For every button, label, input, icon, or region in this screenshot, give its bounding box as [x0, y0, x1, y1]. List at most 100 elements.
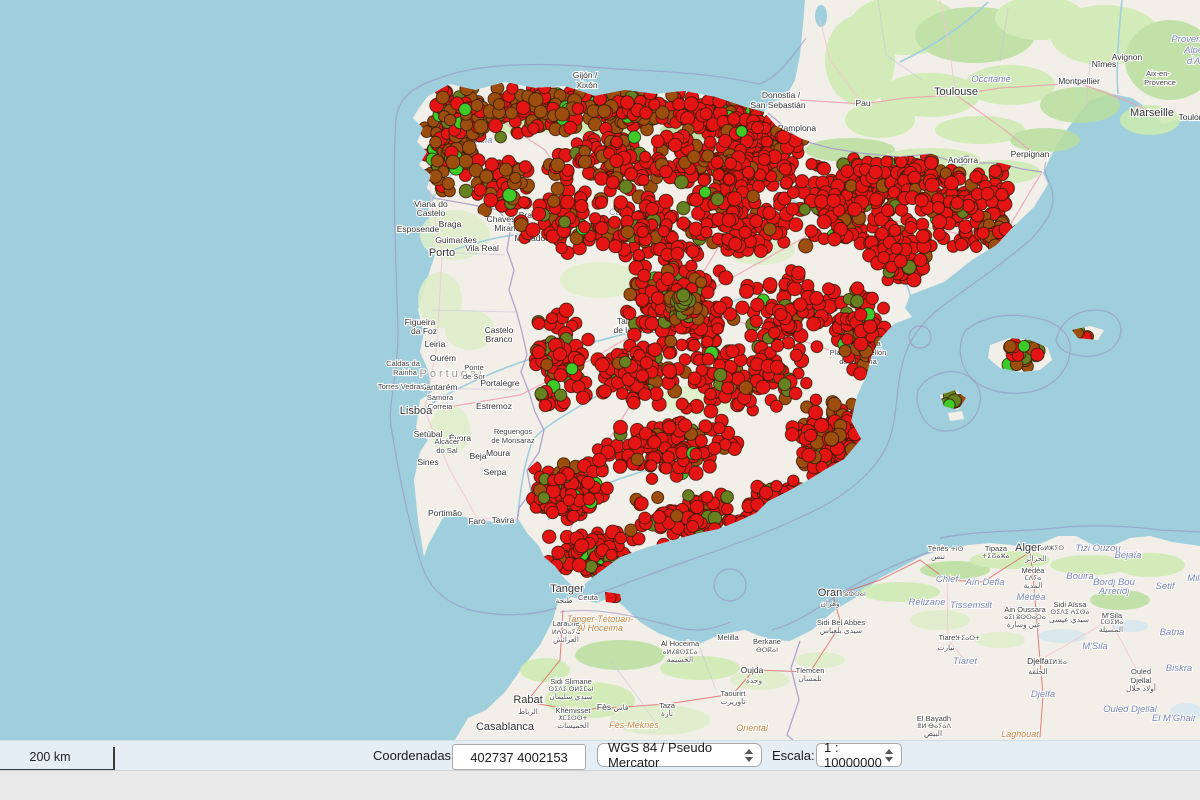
map-point[interactable] — [677, 289, 690, 302]
map-point[interactable] — [925, 178, 939, 192]
map-point[interactable] — [889, 224, 901, 236]
map-point[interactable] — [996, 188, 1008, 200]
map-point[interactable] — [689, 466, 703, 480]
map-point[interactable] — [743, 166, 755, 178]
map-point[interactable] — [548, 195, 560, 207]
map-point[interactable] — [651, 292, 664, 305]
map-point[interactable] — [459, 184, 472, 197]
map-point[interactable] — [713, 422, 725, 434]
map-point[interactable] — [702, 336, 713, 347]
map-point[interactable] — [595, 222, 608, 235]
map-point[interactable] — [855, 309, 867, 321]
map-point[interactable] — [745, 329, 758, 342]
map-point[interactable] — [595, 358, 609, 372]
map-point[interactable] — [532, 346, 545, 359]
map-point[interactable] — [714, 368, 727, 381]
map-point[interactable] — [541, 359, 553, 371]
map-point[interactable] — [828, 397, 842, 411]
map-point[interactable] — [690, 448, 702, 460]
map-point[interactable] — [459, 103, 471, 115]
map-point[interactable] — [679, 354, 691, 366]
map-point[interactable] — [722, 214, 735, 227]
map-point[interactable] — [664, 347, 676, 359]
map-point[interactable] — [533, 317, 545, 329]
map-point[interactable] — [769, 327, 781, 339]
map-point[interactable] — [805, 225, 817, 237]
map-point[interactable] — [817, 215, 831, 229]
map-point[interactable] — [653, 510, 666, 523]
map-point[interactable] — [671, 510, 683, 522]
map-point[interactable] — [444, 114, 456, 126]
map-point[interactable] — [471, 100, 483, 112]
map-point[interactable] — [567, 510, 579, 522]
map-point[interactable] — [756, 380, 770, 394]
map-point[interactable] — [660, 462, 672, 474]
map-point[interactable] — [794, 298, 807, 311]
map-point[interactable] — [711, 156, 723, 168]
map-point[interactable] — [802, 280, 814, 292]
map-point[interactable] — [754, 245, 767, 258]
map-point[interactable] — [869, 165, 882, 178]
map-point[interactable] — [702, 286, 715, 299]
map-point[interactable] — [809, 406, 823, 420]
map-point[interactable] — [690, 500, 703, 513]
map-point[interactable] — [771, 400, 783, 412]
map-point[interactable] — [633, 249, 645, 261]
map-point[interactable] — [726, 345, 739, 358]
map-point[interactable] — [728, 113, 740, 125]
map-point[interactable] — [474, 120, 488, 134]
map-point[interactable] — [543, 530, 556, 543]
map-point[interactable] — [578, 155, 591, 168]
map-point[interactable] — [535, 387, 547, 399]
map-point[interactable] — [804, 429, 816, 441]
map-point[interactable] — [704, 404, 718, 418]
map-point[interactable] — [534, 105, 547, 118]
map-point[interactable] — [789, 218, 803, 232]
map-point[interactable] — [701, 491, 713, 503]
map-point[interactable] — [721, 491, 734, 504]
map-point[interactable] — [722, 382, 734, 394]
map-point[interactable] — [611, 136, 622, 147]
map-point[interactable] — [575, 200, 588, 213]
map-point[interactable] — [703, 460, 716, 473]
map-point[interactable] — [870, 193, 883, 206]
map-point[interactable] — [686, 260, 697, 271]
map-point[interactable] — [645, 317, 658, 330]
map-point[interactable] — [671, 247, 684, 260]
map-point[interactable] — [658, 226, 669, 237]
map-point[interactable] — [702, 353, 714, 365]
map-point[interactable] — [905, 222, 917, 234]
map-point[interactable] — [684, 97, 698, 111]
map-point[interactable] — [799, 239, 813, 253]
map-point[interactable] — [553, 348, 566, 361]
map-point[interactable] — [792, 266, 806, 280]
map-point[interactable] — [507, 83, 518, 94]
map-point[interactable] — [807, 317, 821, 331]
map-point[interactable] — [559, 303, 573, 317]
map-point[interactable] — [683, 490, 695, 502]
map-point[interactable] — [621, 226, 634, 239]
map-point[interactable] — [854, 337, 868, 351]
map-point[interactable] — [429, 170, 442, 183]
map-point[interactable] — [442, 178, 454, 190]
map-point[interactable] — [932, 202, 944, 214]
map-point[interactable] — [566, 363, 578, 375]
map-point[interactable] — [914, 254, 927, 267]
map-point[interactable] — [627, 396, 640, 409]
map-point[interactable] — [854, 367, 867, 380]
map-point[interactable] — [640, 151, 651, 162]
map-point[interactable] — [593, 453, 607, 467]
map-point[interactable] — [778, 378, 791, 391]
map-point[interactable] — [895, 204, 907, 216]
map-point[interactable] — [908, 171, 921, 184]
map-point[interactable] — [648, 436, 661, 449]
map-point[interactable] — [639, 512, 651, 524]
map-point[interactable] — [763, 207, 776, 220]
map-point[interactable] — [579, 221, 591, 233]
map-point[interactable] — [739, 381, 752, 394]
map-point[interactable] — [815, 418, 829, 432]
map-point[interactable] — [806, 158, 817, 169]
map-point[interactable] — [775, 309, 787, 321]
map-point[interactable] — [789, 387, 802, 400]
map-point[interactable] — [761, 136, 772, 147]
